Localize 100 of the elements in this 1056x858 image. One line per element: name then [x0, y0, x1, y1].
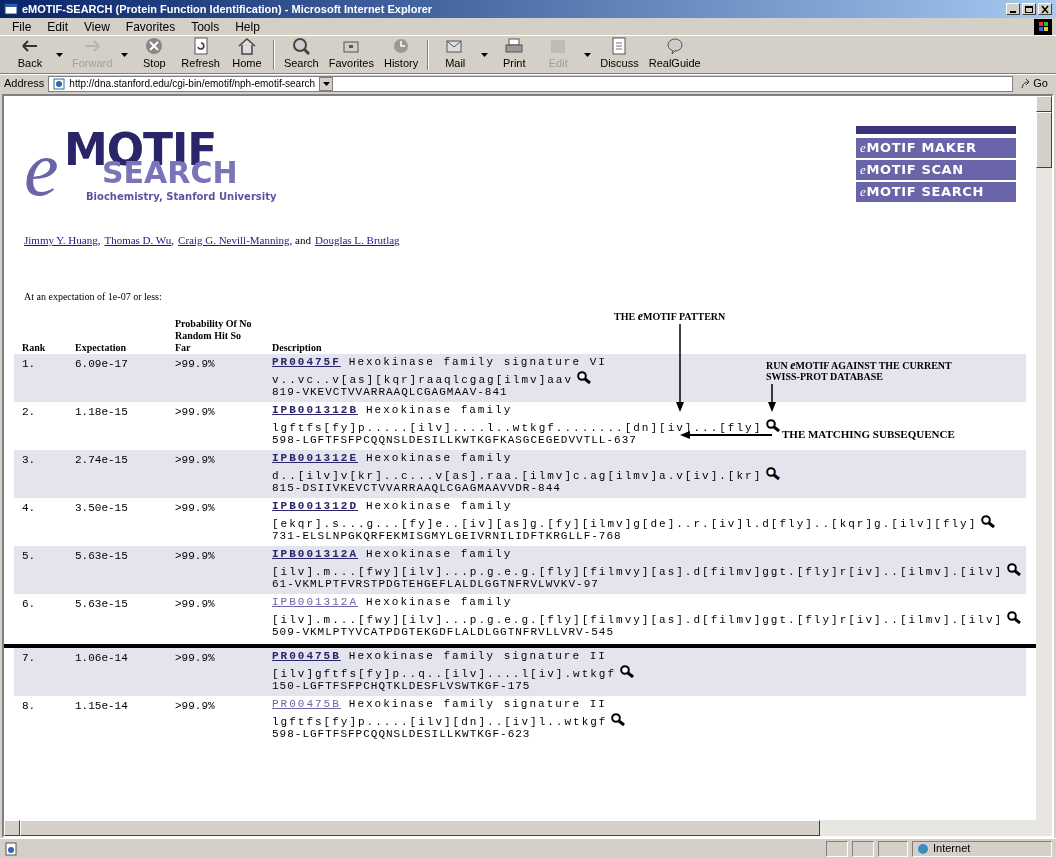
- rank-cell: 2.: [22, 405, 36, 418]
- nav-link[interactable]: eMOTIF SCAN: [856, 160, 1016, 180]
- column-header: Description: [272, 341, 322, 353]
- search-button[interactable]: [611, 712, 626, 726]
- search-button[interactable]: [577, 370, 592, 384]
- toolbar-button[interactable]: Discuss: [595, 36, 644, 73]
- search-button[interactable]: [766, 466, 781, 480]
- subsequence-text: 815-DSIIVKEVCTVVARRAAQLCGAGMAAVVDR-844: [272, 481, 561, 494]
- rank-cell: 5.: [22, 549, 36, 562]
- horizontal-scrollbar[interactable]: [4, 820, 1052, 836]
- menu-item[interactable]: Help: [235, 17, 260, 36]
- annotation-text: THE MATCHING SUBSEQUENCE: [782, 427, 955, 441]
- probability-cell: >99.9%: [175, 501, 215, 514]
- pattern-text: [ilv]gftfs[fy]p..q..[ilv]....l[iv].wtkgf: [272, 667, 617, 680]
- magnifier-icon: [1007, 562, 1022, 576]
- menu-item[interactable]: Favorites: [125, 17, 176, 36]
- search-button[interactable]: [1007, 562, 1022, 576]
- entry-link[interactable]: IPB001312D: [272, 499, 358, 513]
- menu-item[interactable]: File: [12, 17, 32, 36]
- separator-text: ,: [171, 233, 175, 248]
- toolbar-button[interactable]: Mail: [433, 36, 478, 73]
- entry-link[interactable]: PR00475B: [272, 649, 341, 663]
- close-icon: [1040, 4, 1050, 14]
- entry-link[interactable]: IPB001312A: [272, 547, 358, 561]
- expectation-cell: 5.63e-15: [75, 597, 128, 610]
- subsequence-text: 598-LGFTFSFPCQQNSLDESILLKWTKGF-623: [272, 727, 531, 740]
- author-link[interactable]: Douglas L. Brutlag: [314, 232, 400, 249]
- family-text: Hexokinase family: [366, 595, 513, 609]
- maximize-button[interactable]: [1022, 3, 1036, 15]
- search-button[interactable]: [620, 664, 635, 678]
- globe-icon: [917, 842, 929, 855]
- search-button[interactable]: [766, 418, 781, 432]
- search-button[interactable]: [1007, 610, 1022, 624]
- family-text: Hexokinase family signature II: [348, 649, 607, 663]
- author-link[interactable]: Craig G. Nevill-Manning: [178, 232, 290, 249]
- menu-item[interactable]: View: [84, 17, 110, 36]
- speech-bubble-icon: [664, 37, 685, 56]
- annotation-text: RUN eMOTIF AGAINST THE CURRENT SWISS-PROT DATABASE: [766, 359, 953, 382]
- toolbar-button[interactable]: Stop: [132, 36, 177, 73]
- go-button[interactable]: Go: [1017, 75, 1052, 92]
- expectation-cell: 1.06e-14: [75, 651, 128, 664]
- toolbar-button[interactable]: Back: [8, 36, 52, 73]
- toolbar-button[interactable]: Print: [492, 36, 537, 73]
- rank-cell: 8.: [22, 699, 36, 712]
- minimize-button[interactable]: [1006, 3, 1020, 15]
- entry-link[interactable]: PR00475B: [272, 697, 341, 711]
- pattern-text: lgftfs[fy]p.....[ilv][dn]..[iv]l..wtkgf: [272, 715, 608, 728]
- house-icon: [236, 37, 257, 56]
- menu-item[interactable]: Tools: [191, 17, 220, 36]
- caret-icon: [322, 81, 330, 86]
- printer-icon: [504, 37, 525, 56]
- toolbar-button[interactable]: History: [379, 36, 424, 73]
- vertical-scrollbar[interactable]: [1036, 96, 1052, 820]
- separator-text: ,: [97, 233, 101, 248]
- pattern-text: [ekqr].s...g...[fy]e..[iv][as]g.[fy][ilmv]g[de]..r.[iv]l.d[fly]..[kqr]g.[ilv][fly]: [272, 517, 978, 530]
- dropdown-button[interactable]: [319, 76, 334, 91]
- toolbar-button[interactable]: RealGuide: [643, 36, 706, 73]
- magnifier-icon: [611, 712, 626, 726]
- subsequence-text: 509-VKMLPTYVCATPDGTEKGDFLALDLGGTNFRVLLVRV-545: [272, 625, 615, 638]
- probability-cell: >99.9%: [175, 357, 215, 370]
- rank-cell: 7.: [22, 651, 36, 664]
- nav-link[interactable]: eMOTIF MAKER: [856, 138, 1016, 158]
- windows-logo-icon: [1034, 18, 1052, 35]
- stop-icon: [144, 37, 165, 56]
- entry-link[interactable]: PR00475F: [272, 355, 341, 369]
- rank-cell: 4.: [22, 501, 36, 514]
- toolbar-button[interactable]: Favorites: [323, 36, 379, 73]
- entry-link[interactable]: IPB001312B: [272, 403, 358, 417]
- probability-cell: >99.9%: [175, 597, 215, 610]
- probability-cell: >99.9%: [175, 549, 215, 562]
- magnifier-icon: [620, 664, 635, 678]
- close-button[interactable]: [1038, 3, 1052, 15]
- toolbar-button[interactable]: Home: [224, 36, 269, 73]
- probability-cell: >99.9%: [175, 453, 215, 466]
- rank-cell: 6.: [22, 597, 36, 610]
- subsequence-text: 61-VKMLPTFVRSTPDGTEHGEFLALDLGGTNFRVLWVKV-97: [272, 577, 599, 590]
- family-text: Hexokinase family: [366, 547, 513, 561]
- magnifier-icon: [577, 370, 592, 384]
- pattern-text: v..vc..v[as][kqr]raaqlcgag[ilmv]aav: [272, 373, 574, 386]
- probability-cell: >99.9%: [175, 405, 215, 418]
- toolbar-button[interactable]: Refresh: [176, 36, 225, 73]
- subsequence-text: 598-LGFTFSFPCQQNSLDESILLKWTKGFKASGCEGEDVVTLL-637: [272, 433, 637, 446]
- probability-cell: >99.9%: [175, 651, 215, 664]
- toolbar-button[interactable]: Search: [278, 36, 324, 73]
- menu-item[interactable]: Edit: [47, 17, 69, 36]
- search-button[interactable]: [981, 514, 996, 528]
- subsequence-text: 731-ELSLNPGKQRFEKMISGMYLGEIVRNILIDFTKRGLLF-768: [272, 529, 622, 542]
- nav-link[interactable]: eMOTIF SEARCH: [856, 182, 1016, 202]
- pattern-text: lgftfs[fy]p.....[ilv]....l..wtkgf........[dn][iv]...[fly]: [272, 421, 763, 434]
- expectation-cell: 1.18e-15: [75, 405, 128, 418]
- rank-cell: 3.: [22, 453, 36, 466]
- magnifier-icon: [766, 466, 781, 480]
- address-field[interactable]: http://dna.stanford.edu/cgi-bin/emotif/nph-emotif-search: [48, 75, 1014, 92]
- column-header: Expectation: [75, 341, 127, 353]
- author-link[interactable]: Jimmy Y. Huang: [24, 232, 98, 249]
- page-icon: [53, 77, 66, 90]
- rank-cell: 1.: [22, 357, 36, 370]
- entry-link[interactable]: IPB001312A: [272, 595, 358, 609]
- entry-link[interactable]: IPB001312E: [272, 451, 358, 465]
- browser-icon: [4, 2, 18, 16]
